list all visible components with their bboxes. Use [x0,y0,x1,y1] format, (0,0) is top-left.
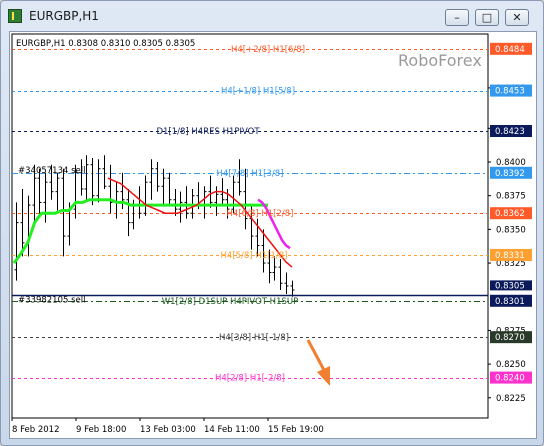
level-price-tag-text: 0.8362 [495,209,525,219]
price-axis-label: 0.8350 [496,225,526,235]
level-label: H4[7/8] H1[3/8] [217,169,284,179]
level-label: W1[2/8] D1SUP H4PIVOT H1SUP [162,297,298,307]
level-label: H4[6/8] H1[2/8] [227,209,294,219]
time-axis-label: 8 Feb 2012 [12,425,60,435]
level-price-tag-text: 0.8331 [495,251,525,261]
level-price-tag-text: 0.8301 [495,297,525,307]
order-label: #33982105 sell [18,295,85,305]
forecast-arrow-shaft [306,339,327,373]
window-title: EURGBP,H1 [29,9,99,23]
price-axis-label: 0.8225 [496,394,526,404]
level-label: H4[+2/8] H1[6/8] [231,45,305,55]
title-bar[interactable]: EURGBP,H1 – □ ✕ [1,1,543,31]
level-label: H4[3/8] H1[-1/8] [219,333,289,343]
price-chart[interactable]: H4[+2/8] H1[6/8] H4[+1/8] H1[5/8] D1[1/8] … [9,31,537,439]
order-label: #34057134 sell [18,166,85,176]
forecast-arrow-head [317,366,330,386]
level-price-tag-text: 0.8453 [495,87,525,97]
symbol-header: EURGBP,H1 0.8308 0.8310 0.8305 0.8305 [16,39,195,49]
level-label: H4[5/8] H1[1/8] [221,251,288,261]
level-price-tag-text: 0.8423 [495,127,525,137]
current-price-tag-text: 0.8305 [495,281,525,291]
chart-window-icon [8,9,22,23]
time-axis-label: 14 Feb 11:00 [204,425,260,435]
level-price-tag-text: 0.8270 [495,333,525,343]
level-price-tag-text: 0.8240 [495,374,525,384]
level-price-tag-text: 0.8484 [495,45,525,55]
time-axis-label: 15 Feb 19:00 [268,425,324,435]
watermark-text: RoboForex [398,51,482,70]
price-axis-label: 0.8250 [496,360,526,370]
minimize-button[interactable]: – [445,9,469,26]
price-axis-label: 0.8400 [496,158,526,168]
maximize-button[interactable]: □ [475,9,499,26]
price-axis-label: 0.8375 [496,192,526,202]
chart-window: EURGBP,H1 – □ ✕ H4[+2/8] H1[6/8] H4[+1/8]… [0,0,544,446]
level-price-tag-text: 0.8392 [495,169,525,179]
chart-canvas[interactable]: H4[+2/8] H1[6/8] H4[+1/8] H1[5/8] D1[1/8] … [10,32,536,438]
time-axis-label: 13 Feb 03:00 [140,425,196,435]
level-label: D1[1/8] H4RES H1PIVOT [156,127,260,137]
magenta-indicator-line [257,198,291,250]
time-axis-label: 9 Feb 18:00 [76,425,126,435]
level-label: H4[+1/8] H1[5/8] [221,87,295,97]
level-label: H4[2/8] H1[-2/8] [215,374,285,384]
close-button[interactable]: ✕ [505,9,529,26]
